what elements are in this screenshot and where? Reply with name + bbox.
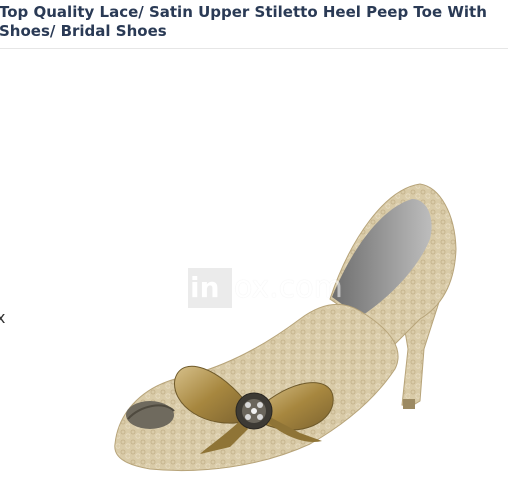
shoe-vamp	[114, 303, 399, 471]
product-title-line-2: Shoes/ Bridal Shoes	[0, 22, 167, 40]
watermark-text: ox.com	[234, 270, 343, 305]
product-title-line-1: Top Quality Lace/ Satin Upper Stiletto H…	[0, 3, 487, 21]
heel-tip	[403, 399, 415, 409]
product-title: Top Quality Lace/ Satin Upper Stiletto H…	[0, 3, 508, 41]
watermark: in ox.com	[188, 268, 343, 308]
watermark-logo: in	[188, 268, 232, 308]
chevron-left-icon[interactable]: x	[0, 310, 5, 326]
prev-image-label: x	[0, 308, 6, 327]
